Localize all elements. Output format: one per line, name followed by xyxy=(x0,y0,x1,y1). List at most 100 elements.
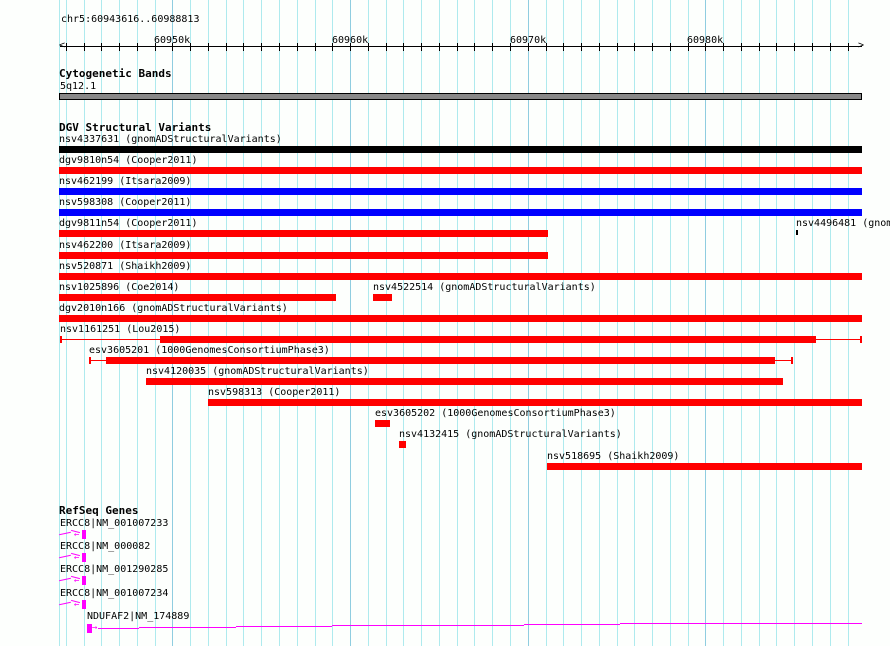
scroll-left-arrow-icon[interactable]: < xyxy=(59,40,65,51)
variant-label: nsv4496481 (gnom xyxy=(796,218,890,230)
ruler-tick xyxy=(759,43,760,51)
ruler-tick xyxy=(315,43,316,51)
ruler-tick-label: 60960k xyxy=(332,35,369,46)
gene-label: NDUFAF2|NM_174889 xyxy=(87,610,190,622)
ruler-tick xyxy=(297,43,298,51)
gene-label: ERCC8|NM_001007233 xyxy=(60,518,169,529)
variant-bar[interactable] xyxy=(59,293,336,301)
gene-intron-line xyxy=(59,578,71,582)
variant-label: nsv4522514 (gnomADStructuralVariants) xyxy=(373,281,596,293)
ruler-tick xyxy=(546,43,547,51)
ruler-tick xyxy=(421,43,422,51)
variant-bar[interactable] xyxy=(373,293,392,301)
variant-cap xyxy=(860,335,862,343)
ruler-tick xyxy=(776,43,777,51)
gene-intron-line xyxy=(98,627,139,629)
variant-cap xyxy=(89,357,91,364)
ruler-tick xyxy=(848,43,849,51)
gene-exon[interactable] xyxy=(82,576,86,586)
variant-bar[interactable] xyxy=(146,378,783,386)
variant-bar[interactable] xyxy=(59,209,862,217)
strand-arrow-icon: ← xyxy=(74,553,80,564)
gene-exon[interactable] xyxy=(82,599,86,609)
gene-intron-line xyxy=(139,626,236,628)
strand-arrow-icon: ← xyxy=(74,530,80,540)
variant-label: nsv598313 (Cooper2011) xyxy=(208,387,341,399)
ruler-tick xyxy=(386,43,387,51)
track-title-dgv: DGV Structural Variants xyxy=(59,121,212,134)
ruler-tick-label: 60950k xyxy=(154,35,191,46)
variant-bar[interactable] xyxy=(106,357,775,364)
variant-label: nsv1161251 (Lou2015) xyxy=(60,323,181,335)
variant-label: nsv520871 (Shaikh2009) xyxy=(59,260,192,272)
gene-exon[interactable] xyxy=(82,553,86,563)
ruler-tick xyxy=(101,43,102,51)
variant-label: esv3605201 (1000GenomesConsortiumPhase3) xyxy=(89,345,330,356)
ruler-tick xyxy=(226,43,227,51)
ruler-tick xyxy=(741,43,742,51)
cytoband-label: 5q12.1 xyxy=(60,81,97,92)
variant-label: nsv4337631 (gnomADStructuralVariants) xyxy=(59,134,282,145)
ruler-tick xyxy=(137,43,138,51)
cytoband-bar[interactable] xyxy=(59,93,862,100)
gene-label: ERCC8|NM_000082 xyxy=(60,541,151,553)
ruler-tick xyxy=(599,43,600,51)
ruler-tick xyxy=(403,43,404,51)
variant-label: nsv4132415 (gnomADStructuralVariants) xyxy=(399,429,622,441)
ruler-tick xyxy=(84,43,85,51)
ruler-tick xyxy=(563,43,564,51)
variant-bar[interactable] xyxy=(59,146,862,153)
ruler-tick xyxy=(66,43,67,51)
gene-label: ERCC8|NM_001290285 xyxy=(60,564,169,576)
variant-label: dgv2010n166 (gnomADStructuralVariants) xyxy=(59,302,288,314)
gene-exon[interactable] xyxy=(82,530,86,539)
variant-cap xyxy=(60,335,62,343)
ruler-tick xyxy=(243,43,244,51)
strand-arrow-icon: → xyxy=(92,622,98,633)
track-title-cytobands: Cytogenetic Bands xyxy=(59,67,172,80)
gene-intron-line xyxy=(236,625,332,627)
variant-bar[interactable] xyxy=(59,314,862,322)
ruler-tick xyxy=(617,43,618,51)
ruler-tick-label: 60980k xyxy=(687,35,724,46)
ruler-tick xyxy=(279,43,280,51)
variant-label: dgv9810n54 (Cooper2011) xyxy=(59,155,198,167)
ruler-tick xyxy=(439,43,440,51)
ruler-tick xyxy=(723,43,724,51)
location-label: chr5:60943616..60988813 xyxy=(61,14,200,25)
gene-intron-line xyxy=(524,623,620,625)
variant-bar[interactable] xyxy=(375,420,389,428)
variant-label: nsv462199 (Itsara2009) xyxy=(59,176,192,188)
strand-arrow-icon: ← xyxy=(74,576,80,587)
gene-intron-line xyxy=(620,622,862,624)
ruler-tick xyxy=(634,43,635,51)
gene-intron-line xyxy=(59,554,71,559)
ruler-tick xyxy=(261,43,262,51)
ruler-tick xyxy=(119,43,120,51)
variant-bar[interactable] xyxy=(399,441,406,449)
variant-bar[interactable] xyxy=(547,462,862,470)
variant-label: esv3605202 (1000GenomesConsortiumPhase3) xyxy=(375,408,616,420)
variant-cap xyxy=(791,357,793,364)
gene-intron-line xyxy=(59,601,71,605)
ruler-tick xyxy=(190,43,191,51)
variant-bar[interactable] xyxy=(59,188,862,196)
ruler-tick xyxy=(652,43,653,51)
variant-label: nsv4120035 (gnomADStructuralVariants) xyxy=(146,366,369,378)
variant-bar[interactable] xyxy=(59,167,862,175)
variant-bar[interactable] xyxy=(160,335,816,343)
variant-bar[interactable] xyxy=(59,251,548,259)
ruler-tick xyxy=(670,43,671,51)
variant-bar[interactable] xyxy=(59,272,862,280)
ruler-tick xyxy=(368,43,369,51)
scroll-right-arrow-icon[interactable]: > xyxy=(858,40,864,51)
ruler-tick-label: 60970k xyxy=(510,35,547,46)
ruler-tick xyxy=(830,43,831,51)
variant-bar[interactable] xyxy=(796,230,798,236)
gene-intron-line xyxy=(59,531,71,536)
variant-bar[interactable] xyxy=(208,399,862,407)
variant-bar[interactable] xyxy=(59,230,548,238)
variant-label: dgv9811n54 (Cooper2011) xyxy=(59,218,198,230)
ruler-tick xyxy=(208,43,209,51)
ruler-tick xyxy=(457,43,458,51)
